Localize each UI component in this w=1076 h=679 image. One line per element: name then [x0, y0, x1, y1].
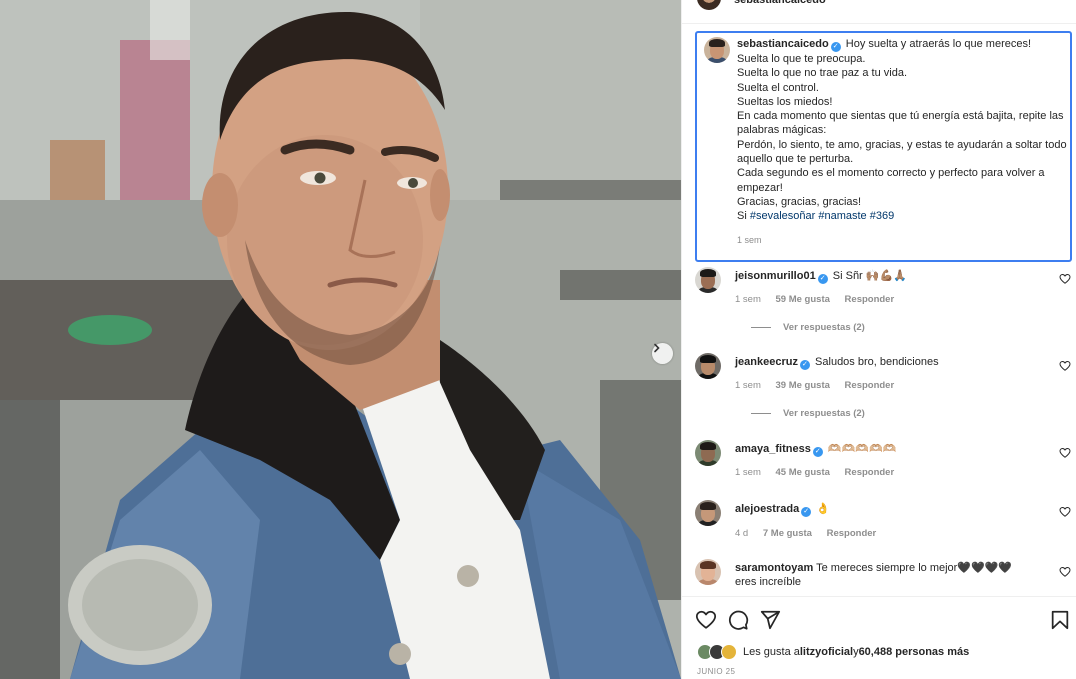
- comment-time[interactable]: 4 d: [735, 528, 748, 539]
- commenter-avatar[interactable]: [695, 440, 721, 466]
- avatar: [721, 644, 737, 660]
- liker-username[interactable]: litzyoficial: [800, 646, 853, 658]
- comment-text: saramontoyam Te mereces siempre lo mejor…: [735, 561, 1025, 589]
- comment-meta: 4 d 7 Me gusta Responder: [735, 528, 888, 539]
- commenter-avatar[interactable]: [695, 353, 721, 379]
- heart-icon[interactable]: [1059, 273, 1071, 285]
- reply-button[interactable]: Responder: [845, 294, 895, 305]
- view-replies-label: Ver respuestas (2): [783, 322, 865, 333]
- heart-icon[interactable]: [1059, 566, 1071, 578]
- comment: alejoestrada ✓ 👌 4 d 7 Me gusta Responder: [695, 500, 1071, 540]
- verified-badge-icon: ✓: [812, 447, 823, 457]
- heart-icon[interactable]: [695, 609, 717, 631]
- caption-username[interactable]: sebastiancaicedo: [737, 38, 829, 50]
- commenter-avatar[interactable]: [695, 267, 721, 293]
- bookmark-icon[interactable]: [1049, 609, 1071, 631]
- post-header: sebastiancaicedo: [682, 0, 1076, 24]
- heart-icon[interactable]: [1059, 506, 1071, 518]
- divider: [751, 412, 771, 414]
- caption-line: Suelta el control.: [737, 81, 819, 94]
- hashtag-link[interactable]: #369: [870, 210, 894, 222]
- comment-icon[interactable]: [727, 609, 749, 631]
- comment-username[interactable]: amaya_fitness: [735, 443, 811, 455]
- comment-time[interactable]: 1 sem: [735, 294, 761, 305]
- comment-username[interactable]: saramontoyam: [735, 562, 813, 574]
- comment: saramontoyam Te mereces siempre lo mejor…: [695, 559, 1071, 595]
- comment-text: amaya_fitness ✓ 🫶🏼🫶🏼🫶🏼🫶🏼🫶🏼: [735, 442, 1035, 457]
- comment-body: Saludos bro, bendiciones: [815, 356, 939, 368]
- caption-line: Si: [737, 210, 750, 223]
- caption-line: Suelta lo que no trae paz a tu vida.: [737, 67, 908, 80]
- comment: jeisonmurillo01 ✓ Si Sñr 🙌🏽💪🏽🙏🏽 1 sem 59 …: [695, 267, 1071, 333]
- comment-text: alejoestrada ✓ 👌: [735, 502, 1035, 517]
- caption-line: Perdón, lo siento, te amo, gracias, y es…: [737, 138, 1067, 166]
- share-icon[interactable]: [759, 609, 781, 631]
- comment-body: 🫶🏼🫶🏼🫶🏼🫶🏼🫶🏼: [827, 443, 897, 455]
- likes-prefix: Les gusta a: [743, 646, 800, 658]
- post-caption: sebastiancaicedo ✓ Hoy suelta y atraerás …: [695, 31, 1072, 262]
- caption-line: Hoy suelta y atraerás lo que mereces!: [845, 38, 1032, 50]
- reply-button[interactable]: Responder: [845, 467, 895, 478]
- verified-badge-icon: ✓: [830, 42, 841, 52]
- post-photo: [0, 0, 681, 679]
- comment-meta: 1 sem 45 Me gusta Responder: [735, 467, 906, 478]
- hashtag-link[interactable]: #namaste: [818, 210, 866, 222]
- author-avatar[interactable]: [697, 0, 721, 10]
- comment-text: jeisonmurillo01 ✓ Si Sñr 🙌🏽💪🏽🙏🏽: [735, 269, 1035, 284]
- likes-count[interactable]: 60,488 personas más: [859, 646, 970, 658]
- commenter-avatar[interactable]: [695, 559, 721, 585]
- verified-badge-icon: ✓: [799, 360, 810, 370]
- chevron-right-icon: [654, 343, 660, 353]
- comment-body: Si Sñr 🙌🏽💪🏽🙏🏽: [832, 270, 907, 282]
- comment-username[interactable]: jeankeecruz: [735, 356, 798, 368]
- caption-line: Gracias, gracias, gracias!: [737, 195, 862, 208]
- comment-likes[interactable]: 7 Me gusta: [763, 528, 812, 539]
- post-photo-illustration: [0, 0, 681, 679]
- comment: amaya_fitness ✓ 🫶🏼🫶🏼🫶🏼🫶🏼🫶🏼 1 sem 45 Me gu…: [695, 440, 1071, 480]
- post-date[interactable]: JUNIO 25: [697, 667, 735, 676]
- caption-line: Sueltas los miedos!: [737, 95, 833, 108]
- reply-button[interactable]: Responder: [827, 528, 877, 539]
- view-replies-button[interactable]: Ver respuestas (2): [751, 408, 865, 419]
- caption-line: En cada momento que sientas que tú energ…: [737, 110, 1064, 137]
- heart-icon[interactable]: [1059, 360, 1071, 372]
- author-username[interactable]: sebastiancaicedo: [734, 0, 826, 6]
- view-replies-label: Ver respuestas (2): [783, 408, 865, 419]
- comment-username[interactable]: jeisonmurillo01: [735, 270, 816, 282]
- likes-summary: Les gusta a litzyoficial y 60,488 person…: [697, 643, 969, 661]
- comment-likes[interactable]: 39 Me gusta: [776, 380, 830, 391]
- comment-time[interactable]: 1 sem: [735, 380, 761, 391]
- comment-meta: 1 sem 39 Me gusta Responder: [735, 380, 906, 391]
- divider: [751, 326, 771, 328]
- post-side-panel: sebastiancaicedo sebastiancaicedo ✓ Hoy s…: [681, 0, 1076, 679]
- verified-badge-icon: ✓: [801, 507, 812, 517]
- post-actions: Les gusta a litzyoficial y 60,488 person…: [682, 596, 1076, 679]
- reply-button[interactable]: Responder: [845, 380, 895, 391]
- view-replies-button[interactable]: Ver respuestas (2): [751, 322, 865, 333]
- caption-line: Cada segundo es el momento correcto y pe…: [737, 167, 1045, 194]
- author-avatar[interactable]: [704, 37, 730, 63]
- heart-icon[interactable]: [1059, 447, 1071, 459]
- comment-body: 👌: [816, 503, 830, 515]
- caption-line: Suelta lo que te preocupa.: [737, 53, 866, 65]
- commenter-avatar[interactable]: [695, 500, 721, 526]
- comment-likes[interactable]: 59 Me gusta: [776, 294, 830, 305]
- comment: jeankeecruz ✓ Saludos bro, bendiciones 1 …: [695, 353, 1071, 419]
- comment-meta: 1 sem 59 Me gusta Responder: [735, 294, 906, 305]
- next-image-button[interactable]: [652, 343, 673, 364]
- hashtag-link[interactable]: #sevalesoñar: [750, 210, 815, 222]
- caption-text: sebastiancaicedo ✓ Hoy suelta y atraerás …: [737, 37, 1067, 224]
- liker-avatars: [697, 644, 739, 660]
- comment-text: jeankeecruz ✓ Saludos bro, bendiciones: [735, 355, 1035, 370]
- comment-username[interactable]: alejoestrada: [735, 503, 799, 515]
- caption-timestamp[interactable]: 1 sem: [737, 235, 762, 245]
- verified-badge-icon: ✓: [817, 274, 828, 284]
- comment-likes[interactable]: 45 Me gusta: [776, 467, 830, 478]
- comment-time[interactable]: 1 sem: [735, 467, 761, 478]
